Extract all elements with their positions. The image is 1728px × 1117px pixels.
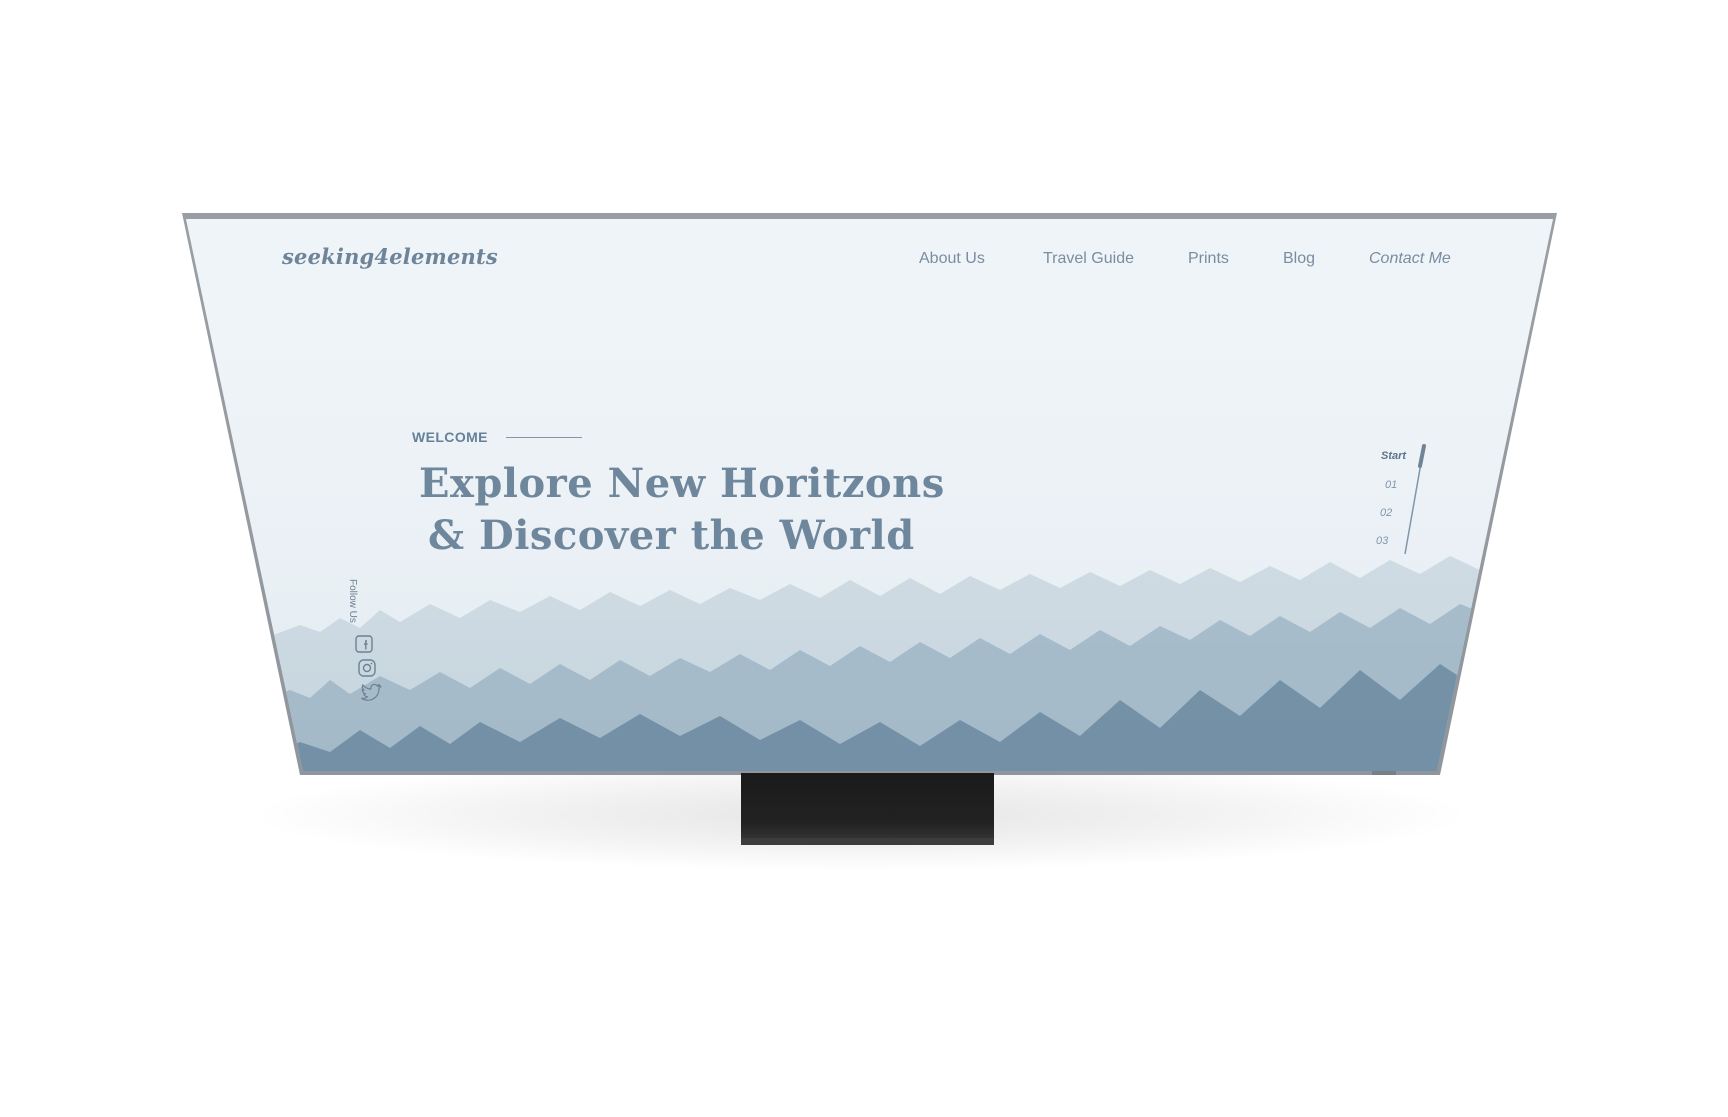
step-progress-indicator bbox=[1418, 444, 1426, 468]
tv-mockup-stage: seeking4elements About Us Travel Guide P… bbox=[0, 0, 1728, 1117]
step-progress-track bbox=[1404, 444, 1426, 555]
tv-stand-base bbox=[741, 838, 994, 845]
tv-power-indicator bbox=[1372, 771, 1396, 775]
tv-stand bbox=[741, 773, 994, 845]
tv-screen: seeking4elements About Us Travel Guide P… bbox=[186, 219, 1553, 771]
tv-frame: seeking4elements About Us Travel Guide P… bbox=[0, 0, 1728, 1117]
